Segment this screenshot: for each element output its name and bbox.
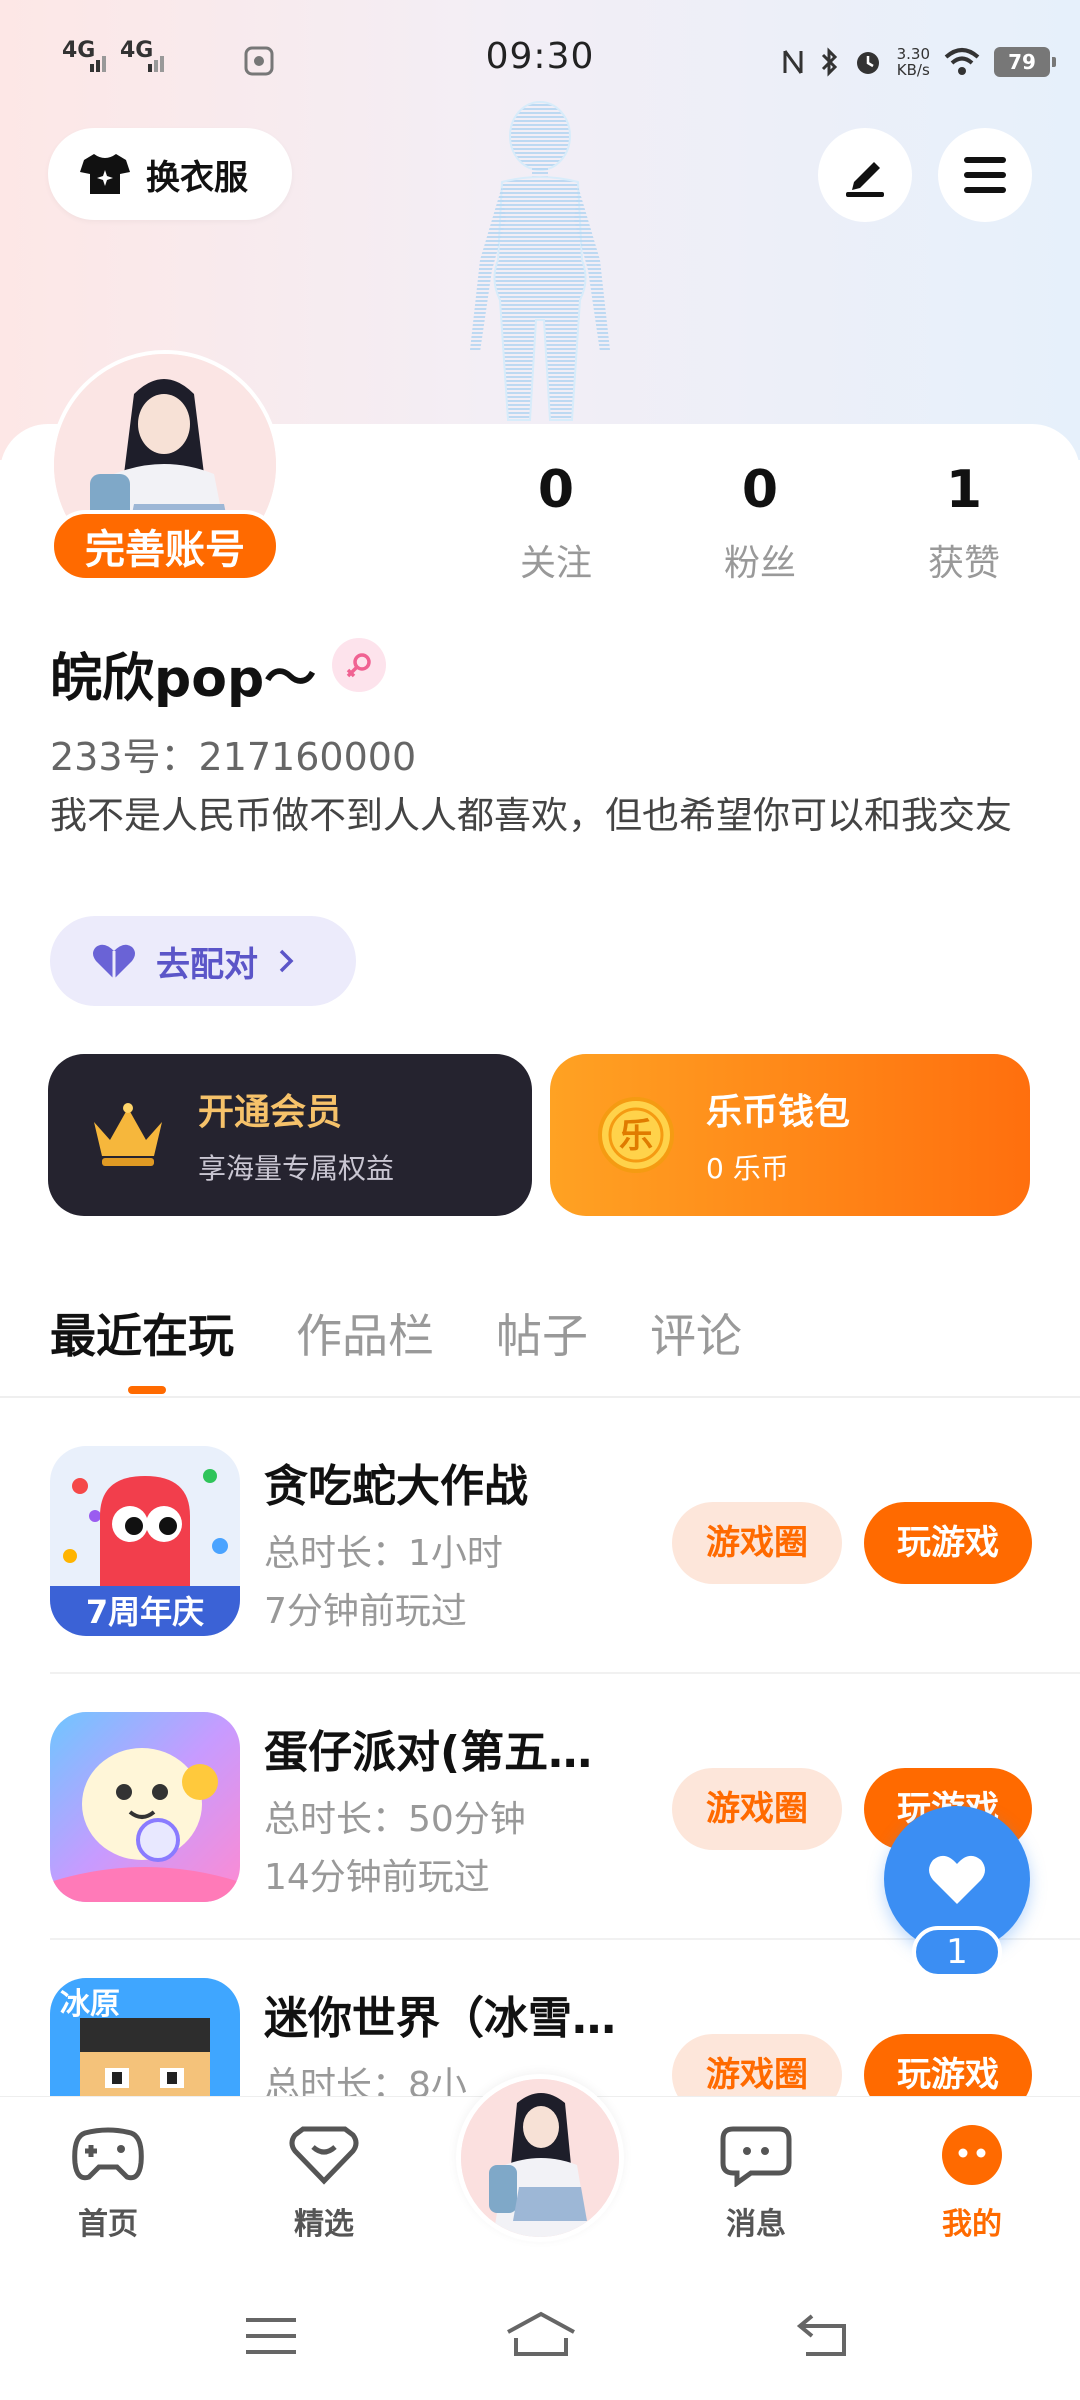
center-avatar-button[interactable] xyxy=(456,2074,624,2242)
back-icon[interactable] xyxy=(796,2312,850,2358)
nav-home[interactable]: 首页 xyxy=(38,2123,178,2243)
active-tab-indicator xyxy=(128,1386,166,1394)
game-circle-button[interactable]: 游戏圈 xyxy=(672,1502,842,1584)
likes-label: 获赞 xyxy=(927,543,1000,584)
change-outfit-label: 换衣服 xyxy=(146,157,248,198)
status-icons: 3.30 KB/s 79 xyxy=(781,40,1056,84)
complete-account-badge[interactable]: 完善账号 xyxy=(50,510,280,582)
network-speed: 3.30 KB/s xyxy=(896,45,930,79)
like-count-badge: 1 xyxy=(912,1926,1002,1978)
bio: 我不是人民币做不到人人都喜欢，但也希望你可以和我交友 xyxy=(50,794,1012,837)
change-outfit-button[interactable]: 换衣服 xyxy=(48,128,292,220)
followers-stat[interactable]: 0 粉丝 xyxy=(680,460,840,586)
nav-featured[interactable]: 精选 xyxy=(254,2123,394,2243)
tab-posts[interactable]: 帖子 xyxy=(496,1300,588,1366)
heart-icon xyxy=(929,1855,985,1904)
vip-subtitle: 享海量专属权益 xyxy=(198,1152,395,1185)
list-item[interactable]: 7周年庆 贪吃蛇大作战 总时长：1小时 7分钟前玩过 游戏圈 玩游戏 xyxy=(0,1406,1080,1670)
user-id: 233号：217160000 xyxy=(50,735,417,779)
followers-count: 0 xyxy=(741,460,779,520)
profile-face-icon xyxy=(942,2125,1002,2185)
likes-stat[interactable]: 1 获赞 xyxy=(884,460,1044,586)
nickname: 皖欣pop～ xyxy=(50,649,317,709)
battery-indicator: 79 xyxy=(994,47,1056,77)
following-count: 0 xyxy=(537,460,575,520)
svg-text:乐: 乐 xyxy=(619,1116,653,1156)
svg-text:7周年庆: 7周年庆 xyxy=(86,1593,204,1631)
nav-me-label: 我的 xyxy=(942,2207,1002,2242)
female-gender-icon xyxy=(332,638,386,692)
crown-icon xyxy=(94,1103,162,1166)
hamburger-menu-icon xyxy=(964,157,1006,193)
game-icon-eggy-party xyxy=(50,1712,240,1902)
heart-gem-icon xyxy=(289,2126,359,2185)
vip-membership-card[interactable]: 开通会员 享海量专属权益 xyxy=(48,1054,532,1216)
game-duration: 总时长：1小时 xyxy=(264,1533,503,1574)
game-circle-button[interactable]: 游戏圈 xyxy=(672,1768,842,1850)
avatar-3d-figure xyxy=(470,101,610,421)
avatar-illustration xyxy=(461,2079,619,2237)
following-label: 关注 xyxy=(519,543,592,584)
profile-tabs: 最近在玩 作品栏 帖子 评论 xyxy=(50,1300,742,1366)
likes-count: 1 xyxy=(945,460,983,520)
nav-home-label: 首页 xyxy=(78,2207,138,2242)
game-last-played: 14分钟前玩过 xyxy=(264,1857,490,1898)
recent-apps-icon[interactable] xyxy=(244,2314,298,2358)
game-last-played: 7分钟前玩过 xyxy=(264,1591,467,1632)
following-stat[interactable]: 0 关注 xyxy=(476,460,636,586)
followers-label: 粉丝 xyxy=(723,543,796,584)
game-name: 蛋仔派对(第五… xyxy=(264,1727,593,1778)
system-navigation-bar xyxy=(0,2272,1080,2400)
nfc-icon xyxy=(783,50,803,74)
tab-works[interactable]: 作品栏 xyxy=(296,1300,434,1366)
play-game-button[interactable]: 玩游戏 xyxy=(864,1502,1032,1584)
match-label: 去配对 xyxy=(156,944,258,985)
chevron-right-icon xyxy=(279,949,294,973)
tab-recently-played[interactable]: 最近在玩 xyxy=(50,1300,234,1366)
status-bar: 4G 4G 09:30 3.30 KB/s 79 xyxy=(0,0,1080,120)
game-duration: 总时长：50分钟 xyxy=(264,1799,526,1840)
alarm-icon xyxy=(856,52,879,74)
heart-pair-icon xyxy=(93,944,135,979)
game-name: 迷你世界（冰雪… xyxy=(264,1993,616,2044)
nav-me[interactable]: 我的 xyxy=(902,2123,1042,2243)
svg-text:冰原: 冰原 xyxy=(60,1987,120,2022)
coin-wallet-card[interactable]: 乐 乐币钱包 0 乐币 xyxy=(550,1054,1030,1216)
wifi-icon xyxy=(944,48,980,75)
game-name: 贪吃蛇大作战 xyxy=(264,1461,528,1512)
coin-title: 乐币钱包 xyxy=(706,1092,851,1133)
game-icon-snake: 7周年庆 xyxy=(50,1446,240,1636)
bluetooth-icon xyxy=(821,47,837,77)
tshirt-icon xyxy=(80,154,130,194)
home-icon[interactable] xyxy=(504,2308,578,2360)
match-button[interactable]: 去配对 xyxy=(50,916,356,1006)
gamepad-icon xyxy=(72,2127,144,2181)
chat-icon xyxy=(720,2126,792,2188)
pen-icon xyxy=(846,162,884,197)
nav-featured-label: 精选 xyxy=(294,2207,354,2242)
tabs-divider xyxy=(0,1396,1080,1398)
coin-balance: 0 乐币 xyxy=(706,1152,789,1185)
vip-title: 开通会员 xyxy=(198,1092,343,1133)
nav-messages[interactable]: 消息 xyxy=(686,2123,826,2243)
menu-button[interactable] xyxy=(938,128,1032,222)
coin-icon: 乐 xyxy=(598,1097,674,1173)
edit-profile-button[interactable] xyxy=(818,128,912,222)
tab-comments[interactable]: 评论 xyxy=(650,1300,742,1366)
nav-messages-label: 消息 xyxy=(726,2207,786,2242)
